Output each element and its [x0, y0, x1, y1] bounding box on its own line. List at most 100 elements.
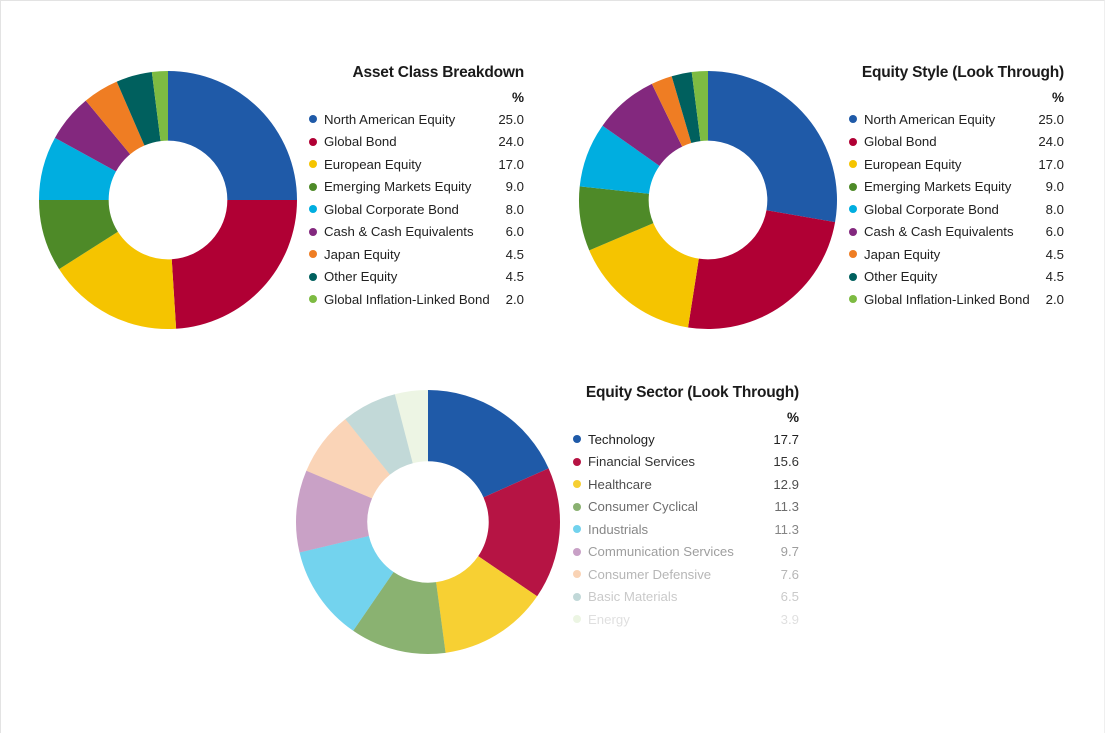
legend-color-dot-icon [573, 502, 581, 511]
legend-item-value: 15.6 [773, 454, 799, 470]
legend-item[interactable]: Global Corporate Bond 8.0 [849, 198, 1064, 221]
legend-item-value: 17.0 [498, 156, 524, 172]
legend-item[interactable]: Other Equity 4.5 [309, 266, 524, 289]
chart-title: Equity Style (Look Through) [861, 64, 1064, 81]
legend-item-value: 6.5 [780, 589, 799, 605]
legend-item[interactable]: Consumer Defensive 7.6 [573, 563, 799, 586]
legend-item[interactable]: Global Bond 24.0 [849, 131, 1064, 154]
legend-rows: Technology 17.7 Financial Services 15.6 Heal… [573, 428, 799, 631]
legend-item-value: 9.0 [505, 179, 524, 195]
legend-item-value: 3.9 [780, 611, 799, 627]
legend-item[interactable]: European Equity 17.0 [849, 153, 1064, 176]
legend-item-value: 2.0 [505, 291, 524, 307]
legend-item-label: Emerging Markets Equity [324, 179, 472, 195]
legend-color-dot-icon [849, 160, 857, 169]
legend-color-dot-icon [309, 205, 317, 214]
legend-value-header: % [573, 410, 799, 428]
legend-item[interactable]: Emerging Markets Equity 9.0 [849, 176, 1064, 199]
legend-item-label: Other Equity [324, 269, 398, 285]
legend-item-value: 25.0 [1038, 111, 1064, 127]
legend-item-value: 24.0 [1038, 134, 1064, 150]
legend-item[interactable]: Global Corporate Bond 8.0 [309, 198, 524, 221]
legend-value-header: % [309, 90, 524, 108]
legend-item-value: 2.0 [1045, 291, 1064, 307]
legend-item-label: Emerging Markets Equity [864, 179, 1012, 195]
legend-item-label: Consumer Cyclical [588, 499, 698, 515]
legend-item[interactable]: European Equity 17.0 [309, 153, 524, 176]
legend-item[interactable]: Industrials 11.3 [573, 518, 799, 541]
donut-svg [296, 390, 560, 654]
legend-item-label: Japan Equity [864, 246, 941, 262]
legend-asset-class-breakdown: Asset Class Breakdown % North American E… [309, 64, 524, 311]
legend-item-label: Financial Services [588, 454, 696, 470]
legend-item-label: Industrials [588, 521, 649, 537]
legend-item-value: 25.0 [498, 111, 524, 127]
donut-slice[interactable] [168, 71, 297, 200]
legend-item[interactable]: Financial Services 15.6 [573, 451, 799, 474]
legend-item[interactable]: Cash & Cash Equivalents 6.0 [849, 221, 1064, 244]
legend-item[interactable]: Technology 17.7 [573, 428, 799, 451]
legend-item-value: 8.0 [1045, 201, 1064, 217]
legend-equity-sector-look-through: Equity Sector (Look Through) % Technolog… [573, 384, 799, 631]
legend-color-dot-icon [309, 272, 317, 281]
legend-item-label: Global Corporate Bond [864, 201, 999, 217]
legend-item-value: 17.0 [1038, 156, 1064, 172]
chart-title: Equity Sector (Look Through) [585, 384, 799, 401]
donut-svg [39, 71, 297, 329]
legend-item-value: 11.3 [774, 521, 799, 537]
legend-item[interactable]: Japan Equity 4.5 [309, 243, 524, 266]
legend-item-value: 4.5 [1045, 269, 1064, 285]
legend-item[interactable]: Japan Equity 4.5 [849, 243, 1064, 266]
chart-title: Asset Class Breakdown [352, 64, 524, 81]
legend-item-label: Communication Services [588, 544, 734, 560]
legend-item[interactable]: North American Equity 25.0 [309, 108, 524, 131]
legend-value-header-label: % [786, 410, 799, 425]
legend-item-label: Global Inflation-Linked Bond [324, 291, 490, 307]
legend-color-dot-icon [849, 295, 857, 304]
donut-chart-equity-sector-look-through [295, 389, 561, 655]
legend-color-dot-icon [849, 115, 857, 124]
legend-item-value: 17.7 [773, 431, 799, 447]
donut-slice[interactable] [708, 71, 837, 223]
legend-item-label: Technology [588, 431, 655, 447]
legend-color-dot-icon [573, 480, 581, 489]
legend-item[interactable]: Global Inflation-Linked Bond 2.0 [849, 288, 1064, 311]
legend-item-label: Consumer Defensive [588, 566, 712, 582]
legend-color-dot-icon [309, 160, 317, 169]
legend-item[interactable]: Basic Materials 6.5 [573, 586, 799, 609]
legend-rows: North American Equity 25.0 Global Bond 24.0… [849, 108, 1064, 311]
legend-item[interactable]: Global Inflation-Linked Bond 2.0 [309, 288, 524, 311]
legend-color-dot-icon [309, 115, 317, 124]
donut-svg [579, 71, 837, 329]
legend-item-value: 8.0 [505, 201, 524, 217]
donut-slice[interactable] [688, 210, 836, 329]
legend-item[interactable]: Healthcare 12.9 [573, 473, 799, 496]
legend-item[interactable]: Emerging Markets Equity 9.0 [309, 176, 524, 199]
legend-item-label: Global Bond [324, 134, 397, 150]
legend-item[interactable]: Energy 3.9 [573, 608, 799, 631]
donut-slice[interactable] [171, 200, 297, 329]
legend-item[interactable]: Cash & Cash Equivalents 6.0 [309, 221, 524, 244]
legend-item[interactable]: Consumer Cyclical 11.3 [573, 496, 799, 519]
legend-item-value: 6.0 [1045, 224, 1064, 240]
legend-value-header-label: % [511, 90, 524, 105]
legend-item[interactable]: North American Equity 25.0 [849, 108, 1064, 131]
legend-item[interactable]: Global Bond 24.0 [309, 131, 524, 154]
legend-item-label: European Equity [324, 156, 422, 172]
legend-color-dot-icon [309, 250, 317, 259]
legend-item[interactable]: Other Equity 4.5 [849, 266, 1064, 289]
legend-item-value: 24.0 [498, 134, 524, 150]
legend-color-dot-icon [573, 457, 581, 466]
legend-item-value: 9.7 [780, 544, 799, 560]
legend-color-dot-icon [849, 227, 857, 236]
legend-item[interactable]: Communication Services 9.7 [573, 541, 799, 564]
legend-item-label: Cash & Cash Equivalents [324, 224, 474, 240]
legend-color-dot-icon [849, 205, 857, 214]
legend-item-label: Basic Materials [588, 589, 678, 605]
legend-item-label: North American Equity [864, 111, 996, 127]
legend-item-value: 6.0 [505, 224, 524, 240]
legend-color-dot-icon [573, 435, 581, 444]
legend-color-dot-icon [849, 272, 857, 281]
legend-item-label: Global Inflation-Linked Bond [864, 291, 1030, 307]
legend-color-dot-icon [309, 137, 317, 146]
